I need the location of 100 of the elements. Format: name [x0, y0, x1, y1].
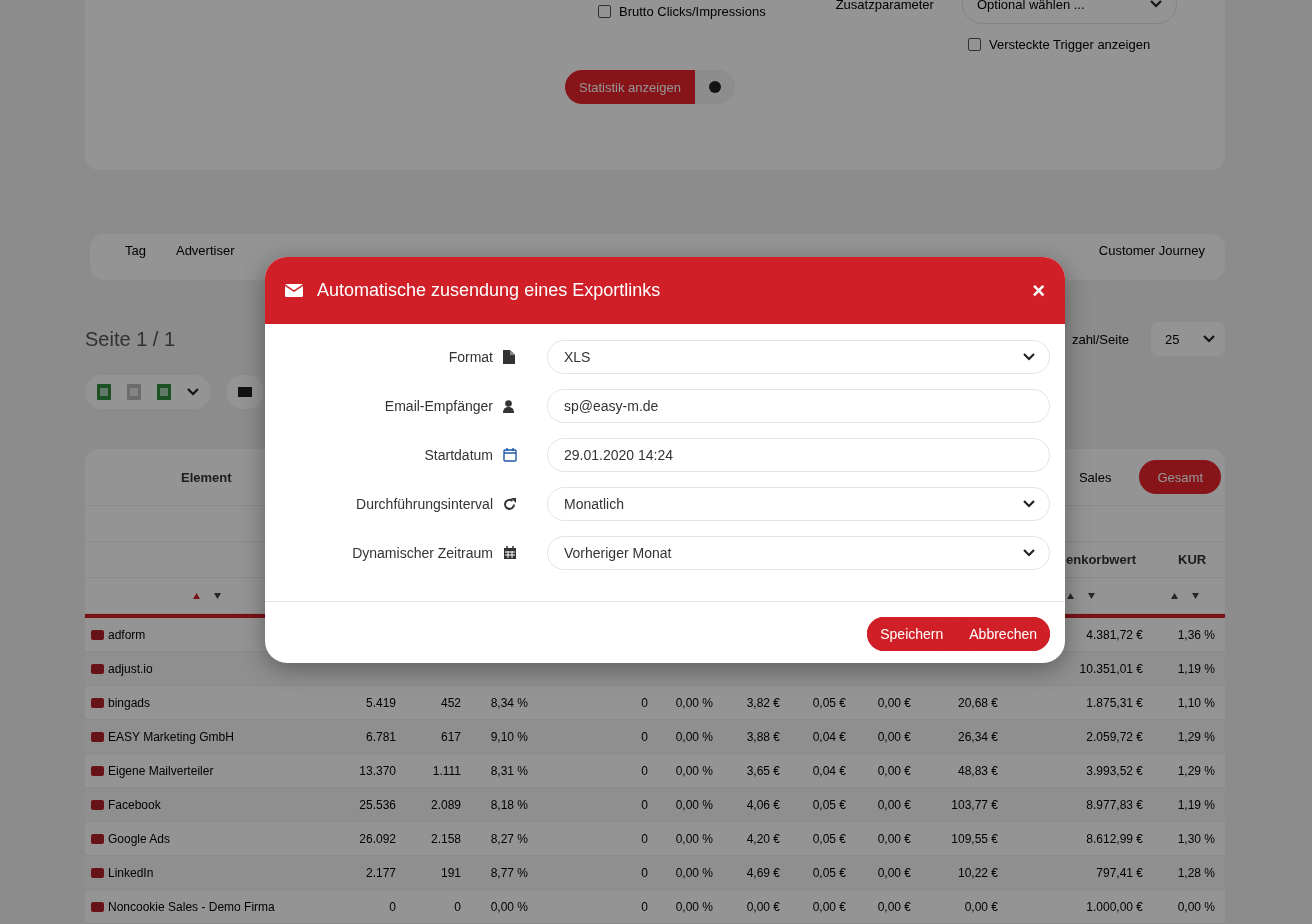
user-icon	[503, 399, 514, 413]
table-cell: 3,82 €	[746, 695, 780, 710]
row-name: Google Ads	[108, 831, 171, 846]
table-cell: 0,00 %	[675, 763, 713, 778]
table-cell: 2.059,72 €	[1086, 729, 1143, 744]
table-cell: 0	[641, 831, 648, 846]
table-cell: 0	[641, 797, 648, 812]
flag-icon	[91, 867, 104, 878]
table-cell: 6.781	[365, 729, 396, 744]
table-cell: 0,00 %	[1177, 899, 1215, 914]
per-page-select[interactable]: 25	[1151, 322, 1225, 356]
field-label: Dynamischer Zeitraum	[351, 545, 493, 561]
table-cell: 0,05 €	[812, 831, 846, 846]
field-label: Durchführungsinterval	[355, 496, 493, 512]
table-cell: 0,05 €	[812, 797, 846, 812]
per-page-label: zahl/Seite	[1071, 331, 1129, 347]
field-label: Email-Empfänger	[383, 398, 493, 414]
row-name: EASY Marketing GmbH	[108, 729, 234, 744]
table-cell: 48,83 €	[957, 763, 998, 778]
table-cell: 10.351,01 €	[1079, 661, 1143, 676]
checkbox-label: Versteckte Trigger anzeigen	[989, 37, 1151, 52]
table-cell: 0,00 €	[812, 899, 846, 914]
table-cell: 0,00 €	[877, 899, 911, 914]
row-name: Noncookie Sales - Demo Firma	[108, 899, 275, 914]
table-cell: 5.419	[365, 695, 396, 710]
row-name: Eigene Mailverteiler	[108, 763, 214, 778]
tab[interactable]: Tag	[125, 243, 146, 258]
table-cell: 0,05 €	[812, 865, 846, 880]
table-cell: 0,00 %	[490, 899, 528, 914]
table-cell: 0,00 %	[675, 797, 713, 812]
view-toggle[interactable]: Sales	[1060, 460, 1130, 494]
sort-arrows-icon[interactable]	[1171, 591, 1199, 600]
table-cell: 0,00 €	[964, 899, 998, 914]
chevron-down-icon	[1203, 335, 1215, 343]
flag-icon	[91, 731, 104, 742]
row-name: adform	[108, 627, 146, 642]
column-header: Element	[181, 469, 232, 485]
table-cell: 0,04 €	[812, 763, 846, 778]
table-cell: 0,00 %	[675, 899, 713, 914]
table-cell: 1,29 %	[1177, 729, 1215, 744]
table-cell: 191	[440, 865, 461, 880]
table-cell: 1,10 %	[1177, 695, 1215, 710]
checkbox-label: Brutto Clicks/Impressions	[619, 3, 766, 19]
chevron-down-icon	[1023, 500, 1035, 508]
table-cell: 0	[641, 695, 648, 710]
table-cell: 109,55 €	[951, 831, 998, 846]
table-cell: 0	[389, 899, 396, 914]
table-cell: 8,77 %	[490, 865, 528, 880]
row-name: LinkedIn	[108, 865, 154, 880]
table-cell: 8,34 %	[490, 695, 528, 710]
table-cell: 103,77 €	[951, 797, 998, 812]
calendar-icon	[503, 448, 517, 462]
table-cell: 0,05 €	[812, 695, 846, 710]
table-cell: 3,88 €	[746, 729, 780, 744]
flag-icon	[91, 629, 104, 640]
sort-arrows-icon[interactable]	[1067, 591, 1095, 600]
table-cell: 1.000,00 €	[1086, 899, 1143, 914]
table-cell: 0,00 €	[746, 899, 780, 914]
table-cell: 4.381,72 €	[1086, 627, 1143, 642]
column-header: KUR	[1178, 552, 1207, 567]
table-cell: 797,41 €	[1096, 865, 1143, 880]
table-cell: 8,31 %	[490, 763, 528, 778]
table-cell: 1,28 %	[1177, 865, 1215, 880]
checkbox[interactable]	[968, 38, 981, 51]
envelope-icon	[285, 284, 303, 297]
param-label: Zusatzparameter	[835, 0, 934, 12]
table-cell: 0	[454, 899, 461, 914]
table-cell: 0,00 %	[675, 695, 713, 710]
table-cell: 2.089	[430, 797, 461, 812]
flag-icon	[91, 901, 104, 912]
table-cell: 0,00 %	[675, 831, 713, 846]
table-cell: 20,68 €	[957, 695, 998, 710]
table-cell: 13.370	[359, 763, 396, 778]
table-cell: 0,00 %	[675, 865, 713, 880]
close-button[interactable]: ×	[1032, 279, 1045, 302]
tab[interactable]: Advertiser	[175, 243, 235, 258]
tab[interactable]: Customer Journey	[1098, 243, 1205, 258]
column-header: enkorbwert	[1066, 552, 1137, 567]
info-button[interactable]	[694, 70, 735, 104]
field-label: Startdatum	[423, 447, 493, 463]
table-cell: 1,36 %	[1177, 627, 1215, 642]
dialog-title: Automatische zusendung eines Exportlinks	[317, 280, 662, 301]
chevron-down-icon	[1149, 0, 1162, 8]
table-cell: 4,06 €	[746, 797, 780, 812]
checkbox[interactable]	[598, 4, 611, 18]
sort-arrows-icon[interactable]	[193, 591, 221, 600]
table-cell: 1,19 %	[1177, 797, 1215, 812]
table-cell: 0,00 €	[877, 763, 911, 778]
row-name: Facebook	[108, 797, 161, 812]
table-cell: 1,29 %	[1177, 763, 1215, 778]
table-cell: 0	[641, 763, 648, 778]
table-cell: 0,00 €	[877, 865, 911, 880]
page-title: Seite 1 / 1	[85, 327, 176, 351]
table-cell: 1,30 %	[1177, 831, 1215, 846]
flag-icon	[91, 663, 104, 674]
table-cell: 9,10 %	[490, 729, 528, 744]
flag-icon	[91, 833, 104, 844]
table-cell: 8,27 %	[490, 831, 528, 846]
table-cell: 0,00 €	[877, 831, 911, 846]
info-icon	[708, 81, 721, 93]
